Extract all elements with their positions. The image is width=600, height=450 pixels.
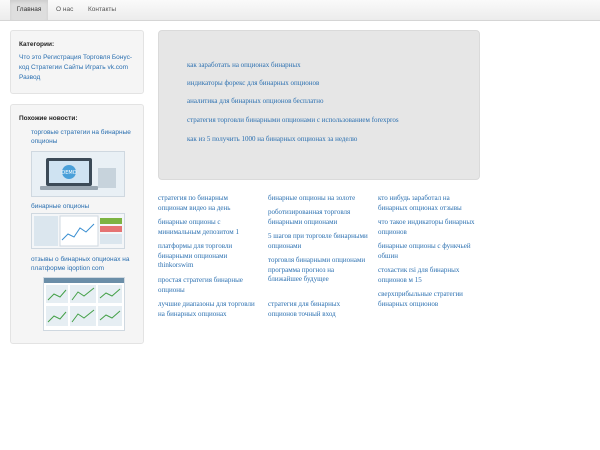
hero-link-1[interactable]: как заработать на опционах бинарных	[187, 61, 301, 69]
column-link[interactable]: торговля бинарными опционами программа п…	[268, 256, 368, 285]
column-link[interactable]: сверхприбыльные стратегии бинарных опцио…	[378, 290, 482, 309]
column-link[interactable]: стратегия для бинарных опционов точный в…	[268, 300, 368, 319]
hero-link-3[interactable]: аналитика для бинарных опционов бесплатн…	[187, 97, 323, 105]
column-link[interactable]: простая стратегия бинарные опционы	[158, 276, 262, 295]
column-link[interactable]: 5 шагов при торговле бинарными опционами	[268, 232, 368, 251]
column-link[interactable]: кто нибудь заработал на бинарных опциона…	[378, 194, 478, 213]
column-link[interactable]: что такое индикаторы бинарных опционов	[378, 218, 478, 237]
column-link[interactable]: стохастик rsi для бинарных опционов м 15	[378, 266, 478, 285]
column-link[interactable]: платформы для торговли бинарными опциона…	[158, 242, 258, 271]
hero-link-4[interactable]: стратегия торговли бинарными опционами с…	[187, 116, 399, 124]
news-link-3[interactable]: отзывы о бинарных опционах на платформе …	[31, 255, 139, 273]
related-news-panel: Похожие новости: торговые стратегии на б…	[10, 104, 144, 344]
platform-screenshot-image[interactable]	[43, 277, 125, 331]
hero-links-box: как заработать на опционах бинарных инди…	[158, 30, 480, 180]
column-link[interactable]: лучшие диапазоны для торговли на бинарны…	[158, 300, 258, 319]
top-navbar: Главная О нас Контакты	[0, 0, 600, 21]
categories-panel: Категории: Что это Регистрация Торговля …	[10, 30, 144, 94]
column-link[interactable]: бинарные опционы на золоте	[268, 194, 372, 204]
column-link[interactable]: стратегия по бинарным опционам видео на …	[158, 194, 258, 213]
hero-link-2[interactable]: индикаторы форекс для бинарных опционов	[187, 79, 319, 87]
demo-laptop-image[interactable]: DEMO	[31, 151, 125, 197]
news-link-2[interactable]: бинарные опционы	[31, 202, 139, 211]
column-link[interactable]: бинарные опционы с функчьей обшин	[378, 242, 478, 261]
hero-link-5[interactable]: как из 5 получить 1000 на бинарных опцио…	[187, 135, 357, 143]
nav-home[interactable]: Главная	[10, 0, 48, 20]
categories-title: Категории:	[19, 41, 55, 48]
trading-screenshot-image[interactable]	[31, 213, 125, 249]
svg-text:DEMO: DEMO	[61, 170, 76, 176]
news-link-1[interactable]: торговые стратегии на бинарные опционы	[31, 128, 139, 146]
related-news-title: Похожие новости:	[19, 115, 78, 122]
nav-about[interactable]: О нас	[56, 0, 76, 20]
nav-contacts[interactable]: Контакты	[88, 0, 120, 20]
categories-links[interactable]: Что это Регистрация Торговля Бонус-код С…	[19, 53, 137, 83]
column-link[interactable]: бинарные опционы с минимальным депозитом…	[158, 218, 258, 237]
column-link[interactable]: роботизированная торговля бинарными опци…	[268, 208, 372, 227]
